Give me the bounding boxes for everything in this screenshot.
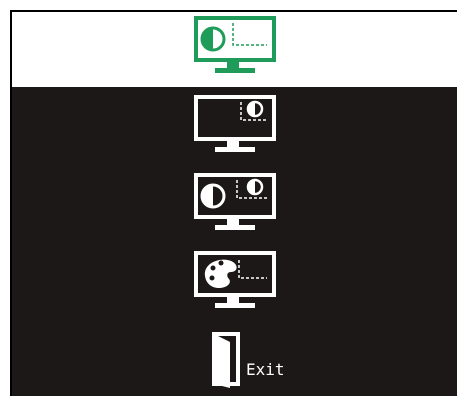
- monitor-pip-contrast-icon: [194, 95, 276, 152]
- menu-item-contrast[interactable]: [180, 15, 290, 77]
- menu-item-dual-contrast[interactable]: [180, 172, 290, 234]
- menu-item-color[interactable]: [180, 250, 290, 312]
- exit-door-icon: [212, 332, 240, 388]
- menu-item-exit[interactable]: Exit: [180, 328, 290, 390]
- exit-label: Exit: [246, 360, 285, 379]
- menu-item-pip-contrast[interactable]: [180, 94, 290, 156]
- monitor-contrast-icon: [194, 16, 276, 73]
- osd-menu: Exit: [10, 10, 457, 396]
- monitor-palette-icon: [194, 251, 276, 308]
- exit-button[interactable]: Exit: [180, 328, 290, 390]
- monitor-dual-contrast-icon: [194, 173, 276, 230]
